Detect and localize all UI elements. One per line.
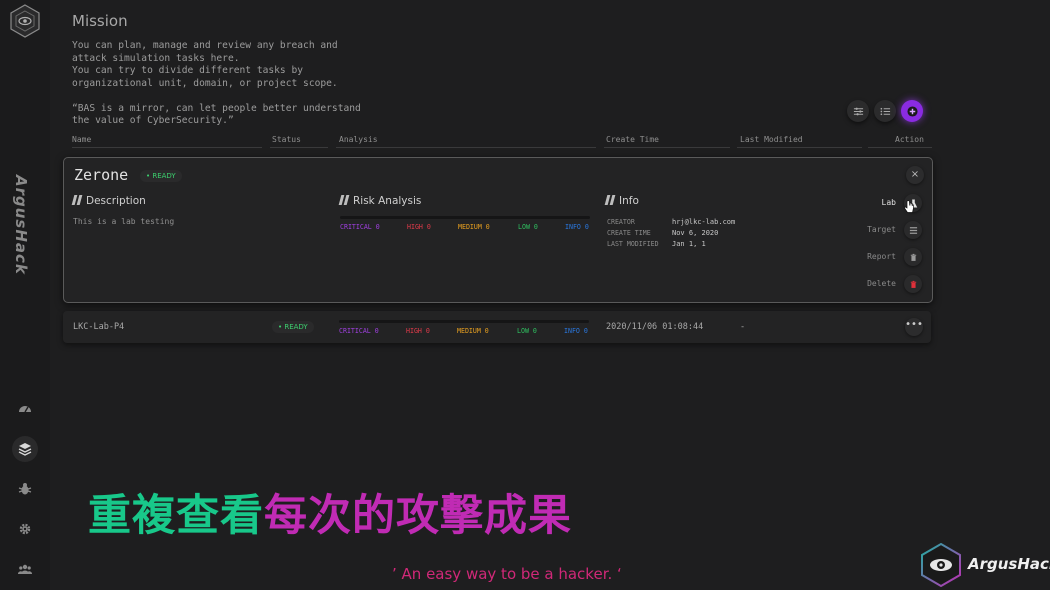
list-view-button[interactable] (874, 100, 896, 122)
target-label: Target (867, 225, 896, 234)
last-modified-value: Jan 1, 1 (672, 240, 706, 248)
status-badge: • READY (140, 170, 182, 182)
add-icon (906, 105, 918, 117)
create-time-label: CREATE TIME (607, 229, 651, 237)
description-text: This is a lab testing (73, 217, 175, 226)
col-action: Action (895, 135, 924, 144)
table-row[interactable]: LKC-Lab-P4 • READY CRITICAL 0 HIGH 0 MED… (63, 311, 931, 343)
lab-label: Lab (881, 198, 896, 207)
delete-button[interactable] (904, 275, 922, 293)
creator-value: hrj@lkc-lab.com (672, 218, 736, 226)
close-button[interactable]: × (906, 166, 924, 184)
risk-high: HIGH 0 (406, 327, 430, 335)
promo-caption: 重複查看每次的攻擊成果 (88, 481, 572, 543)
report-button[interactable] (904, 248, 922, 266)
description-heading: Description (71, 195, 146, 207)
trash-icon (910, 280, 916, 288)
status-badge: • READY (272, 321, 314, 333)
table-header: Name Status Analysis Create Time Last Mo… (0, 133, 1050, 149)
dashboard-icon[interactable] (12, 396, 38, 422)
more-button[interactable]: ••• (905, 318, 923, 336)
risk-medium: MEDIUM 0 (457, 327, 489, 335)
argushack-logo-icon[interactable] (8, 4, 42, 38)
creator-label: CREATOR (607, 218, 635, 226)
risk-bar (339, 320, 589, 323)
col-create-time[interactable]: Create Time (606, 135, 659, 144)
filter-icon (853, 107, 863, 115)
caption-part2: 每次的攻擊成果 (264, 491, 572, 541)
row-name[interactable]: LKC-Lab-P4 (73, 322, 124, 332)
row-create-time: 2020/11/06 01:08:44 (606, 322, 704, 332)
risk-critical: CRITICAL 0 (339, 327, 379, 335)
col-analysis[interactable]: Analysis (339, 135, 378, 144)
sidebar-brand-text: ArgusHack (12, 175, 30, 275)
gear-icon[interactable] (12, 516, 38, 542)
target-button[interactable] (904, 221, 922, 239)
add-mission-button[interactable] (901, 100, 923, 122)
risk-analysis-heading: Risk Analysis (338, 195, 421, 207)
mission-card-expanded[interactable]: Zerone • READY × Description This is a l… (63, 157, 933, 303)
argushack-watermark-logo-icon (921, 543, 961, 587)
mission-name: Zerone (74, 166, 129, 184)
col-last-modified[interactable]: Last Modified (740, 135, 803, 144)
risk-medium: MEDIUM 0 (458, 223, 490, 231)
risk-low: LOW 0 (518, 223, 538, 231)
caption-part1: 重複查看 (88, 491, 264, 541)
watermark-brand-text: ArgusHack (968, 555, 1050, 573)
page-description: You can plan, manage and review any brea… (72, 40, 361, 126)
report-label: Report (867, 252, 896, 261)
sidebar: ArgusHack (0, 0, 50, 590)
col-status[interactable]: Status (272, 135, 301, 144)
risk-bar (340, 216, 590, 219)
page-title: Mission (72, 12, 128, 30)
layers-icon[interactable] (12, 436, 38, 462)
mouse-cursor-icon (904, 200, 914, 213)
delete-label: Delete (867, 279, 896, 288)
row-last-modified: - (740, 322, 746, 332)
users-icon[interactable] (12, 556, 38, 582)
risk-critical: CRITICAL 0 (340, 223, 380, 231)
trash-icon (910, 253, 916, 261)
tagline: ’ An easy way to be a hacker. ‘ (392, 565, 622, 583)
risk-low: LOW 0 (517, 327, 537, 335)
col-name[interactable]: Name (72, 135, 91, 144)
last-modified-label: LAST MODIFIED (607, 240, 659, 248)
info-heading: Info (604, 195, 639, 207)
bug-icon[interactable] (12, 476, 38, 502)
list-icon (880, 107, 890, 115)
create-time-value: Nov 6, 2020 (672, 229, 719, 237)
risk-high: HIGH 0 (407, 223, 431, 231)
risk-info: INFO 0 (564, 327, 588, 335)
risk-info: INFO 0 (565, 223, 589, 231)
filter-button[interactable] (847, 100, 869, 122)
list-icon (909, 226, 917, 234)
